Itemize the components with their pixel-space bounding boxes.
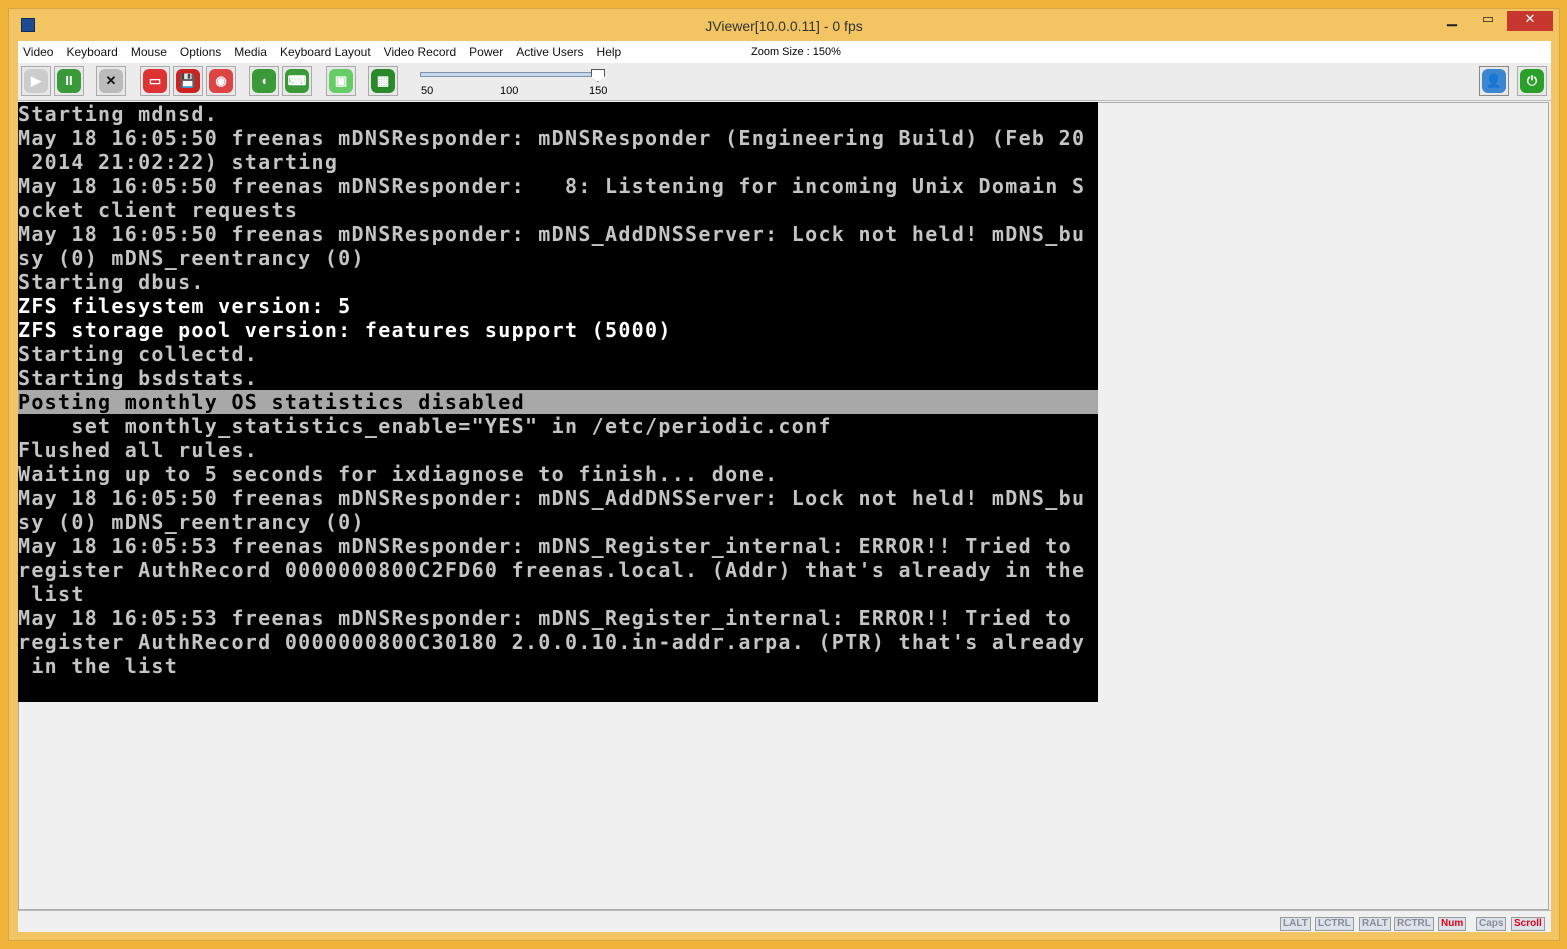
slider-tick: 150 (589, 85, 608, 97)
menu-mouse[interactable]: Mouse (131, 45, 167, 59)
slider-track (420, 72, 600, 77)
menu-video[interactable]: Video (23, 45, 53, 59)
console-line: in the list (18, 654, 179, 678)
menu-media[interactable]: Media (234, 45, 267, 59)
zoom-slider[interactable]: 50 100 150 (418, 69, 618, 99)
console-line: 2014 21:02:22) starting (18, 150, 339, 174)
jviewer-window: JViewer[10.0.0.11] - 0 fps ▁ ▭ ✕ Video Ke… (8, 8, 1560, 941)
console-line: May 18 16:05:50 freenas mDNSResponder: m… (18, 486, 1086, 510)
menu-help[interactable]: Help (597, 45, 622, 59)
console-line: ZFS storage pool version: features suppo… (18, 318, 672, 342)
console-line: May 18 16:05:53 freenas mDNSResponder: m… (18, 534, 1072, 558)
close-button[interactable]: ✕ (1507, 11, 1553, 31)
console-line: ZFS filesystem version: 5 (18, 294, 352, 318)
key-indicator-rctrl: RCTRL (1394, 917, 1434, 931)
console-line: Starting dbus. (18, 270, 205, 294)
maximize-button[interactable]: ▭ (1473, 11, 1503, 31)
console-line: sy (0) mDNS_reentrancy (0) (18, 246, 365, 270)
console-line: Waiting up to 5 seconds for ixdiagnose t… (18, 462, 779, 486)
slider-tick: 100 (500, 85, 519, 97)
console-line: sy (0) mDNS_reentrancy (0) (18, 510, 365, 534)
console-line: Starting collectd. (18, 342, 259, 366)
hard-disk-button[interactable]: ▭ (140, 66, 170, 96)
title-bar: JViewer[10.0.0.11] - 0 fps ▁ ▭ ✕ (9, 9, 1559, 41)
keyboard-button[interactable]: ⌨ (282, 66, 312, 96)
status-bar: LALT LCTRL RALT RCTRL Num Caps Scroll (18, 910, 1551, 932)
menu-options[interactable]: Options (180, 45, 221, 59)
key-indicator-scroll: Scroll (1511, 917, 1545, 931)
video-camera-icon: ▣ (329, 69, 353, 93)
console-screen[interactable]: Starting mdnsd. May 18 16:05:50 freenas m… (18, 102, 1098, 702)
menu-active-users[interactable]: Active Users (516, 45, 583, 59)
user-button[interactable]: 👤 (1479, 66, 1509, 96)
console-line: May 18 16:05:50 freenas mDNSResponder: m… (18, 126, 1086, 150)
cd-icon: ◉ (209, 69, 233, 93)
play-button[interactable]: ▶ (21, 66, 51, 96)
keyboard-icon: ⌨ (285, 69, 309, 93)
fullscreen-icon: ✕ (99, 69, 123, 93)
power-button[interactable]: ⏻ (1517, 66, 1547, 96)
menu-keyboard-layout[interactable]: Keyboard Layout (280, 45, 371, 59)
zoom-size-label: Zoom Size : 150% (751, 46, 841, 58)
console-line: Starting bsdstats. (18, 366, 259, 390)
console-line: May 18 16:05:53 freenas mDNSResponder: m… (18, 606, 1072, 630)
user-icon: 👤 (1482, 69, 1506, 93)
console-line: register AuthRecord 0000000800C30180 2.0… (18, 630, 1086, 654)
cdrom-button[interactable]: ◉ (206, 66, 236, 96)
fullscreen-button[interactable]: ✕ (96, 66, 126, 96)
toolbar: ▶ II ✕ ▭ 💾 ◉ ◖ ⌨ ▣ ▦ 50 100 150 👤 ⏻ (18, 63, 1551, 101)
hard-disk-icon: ▭ (143, 69, 167, 93)
window-title: JViewer[10.0.0.11] - 0 fps (705, 18, 863, 34)
users-icon: ▦ (371, 69, 395, 93)
pause-icon: II (57, 69, 81, 93)
console-line: set monthly_statistics_enable="YES" in /… (18, 414, 832, 438)
console-line: May 18 16:05:50 freenas mDNSResponder: 8… (18, 174, 1086, 198)
key-indicator-lctrl: LCTRL (1315, 917, 1354, 931)
mouse-button[interactable]: ◖ (249, 66, 279, 96)
slider-thumb[interactable] (591, 69, 605, 82)
console-line: May 18 16:05:50 freenas mDNSResponder: m… (18, 222, 1086, 246)
menu-power[interactable]: Power (469, 45, 503, 59)
key-indicator-caps: Caps (1476, 917, 1507, 931)
floppy-icon: 💾 (176, 69, 200, 93)
pause-button[interactable]: II (54, 66, 84, 96)
console-line: Starting mdnsd. (18, 102, 219, 126)
active-users-button[interactable]: ▦ (368, 66, 398, 96)
key-indicator-ralt: RALT (1359, 917, 1391, 931)
console-line: register AuthRecord 0000000800C2FD60 fre… (18, 558, 1086, 582)
slider-tick: 50 (421, 85, 434, 97)
console-line: list (18, 582, 85, 606)
mouse-icon: ◖ (252, 69, 276, 93)
power-icon: ⏻ (1520, 69, 1544, 93)
console-line: ocket client requests (18, 198, 299, 222)
key-indicator-lalt: LALT (1280, 917, 1311, 931)
console-line: Flushed all rules. (18, 438, 259, 462)
menu-keyboard[interactable]: Keyboard (66, 45, 117, 59)
video-record-button[interactable]: ▣ (326, 66, 356, 96)
key-indicator-num: Num (1438, 917, 1467, 931)
floppy-button[interactable]: 💾 (173, 66, 203, 96)
menu-video-record[interactable]: Video Record (384, 45, 457, 59)
console-line: Posting monthly OS statistics disabled (18, 390, 1098, 414)
minimize-button[interactable]: ▁ (1437, 11, 1467, 31)
play-icon: ▶ (24, 69, 48, 93)
